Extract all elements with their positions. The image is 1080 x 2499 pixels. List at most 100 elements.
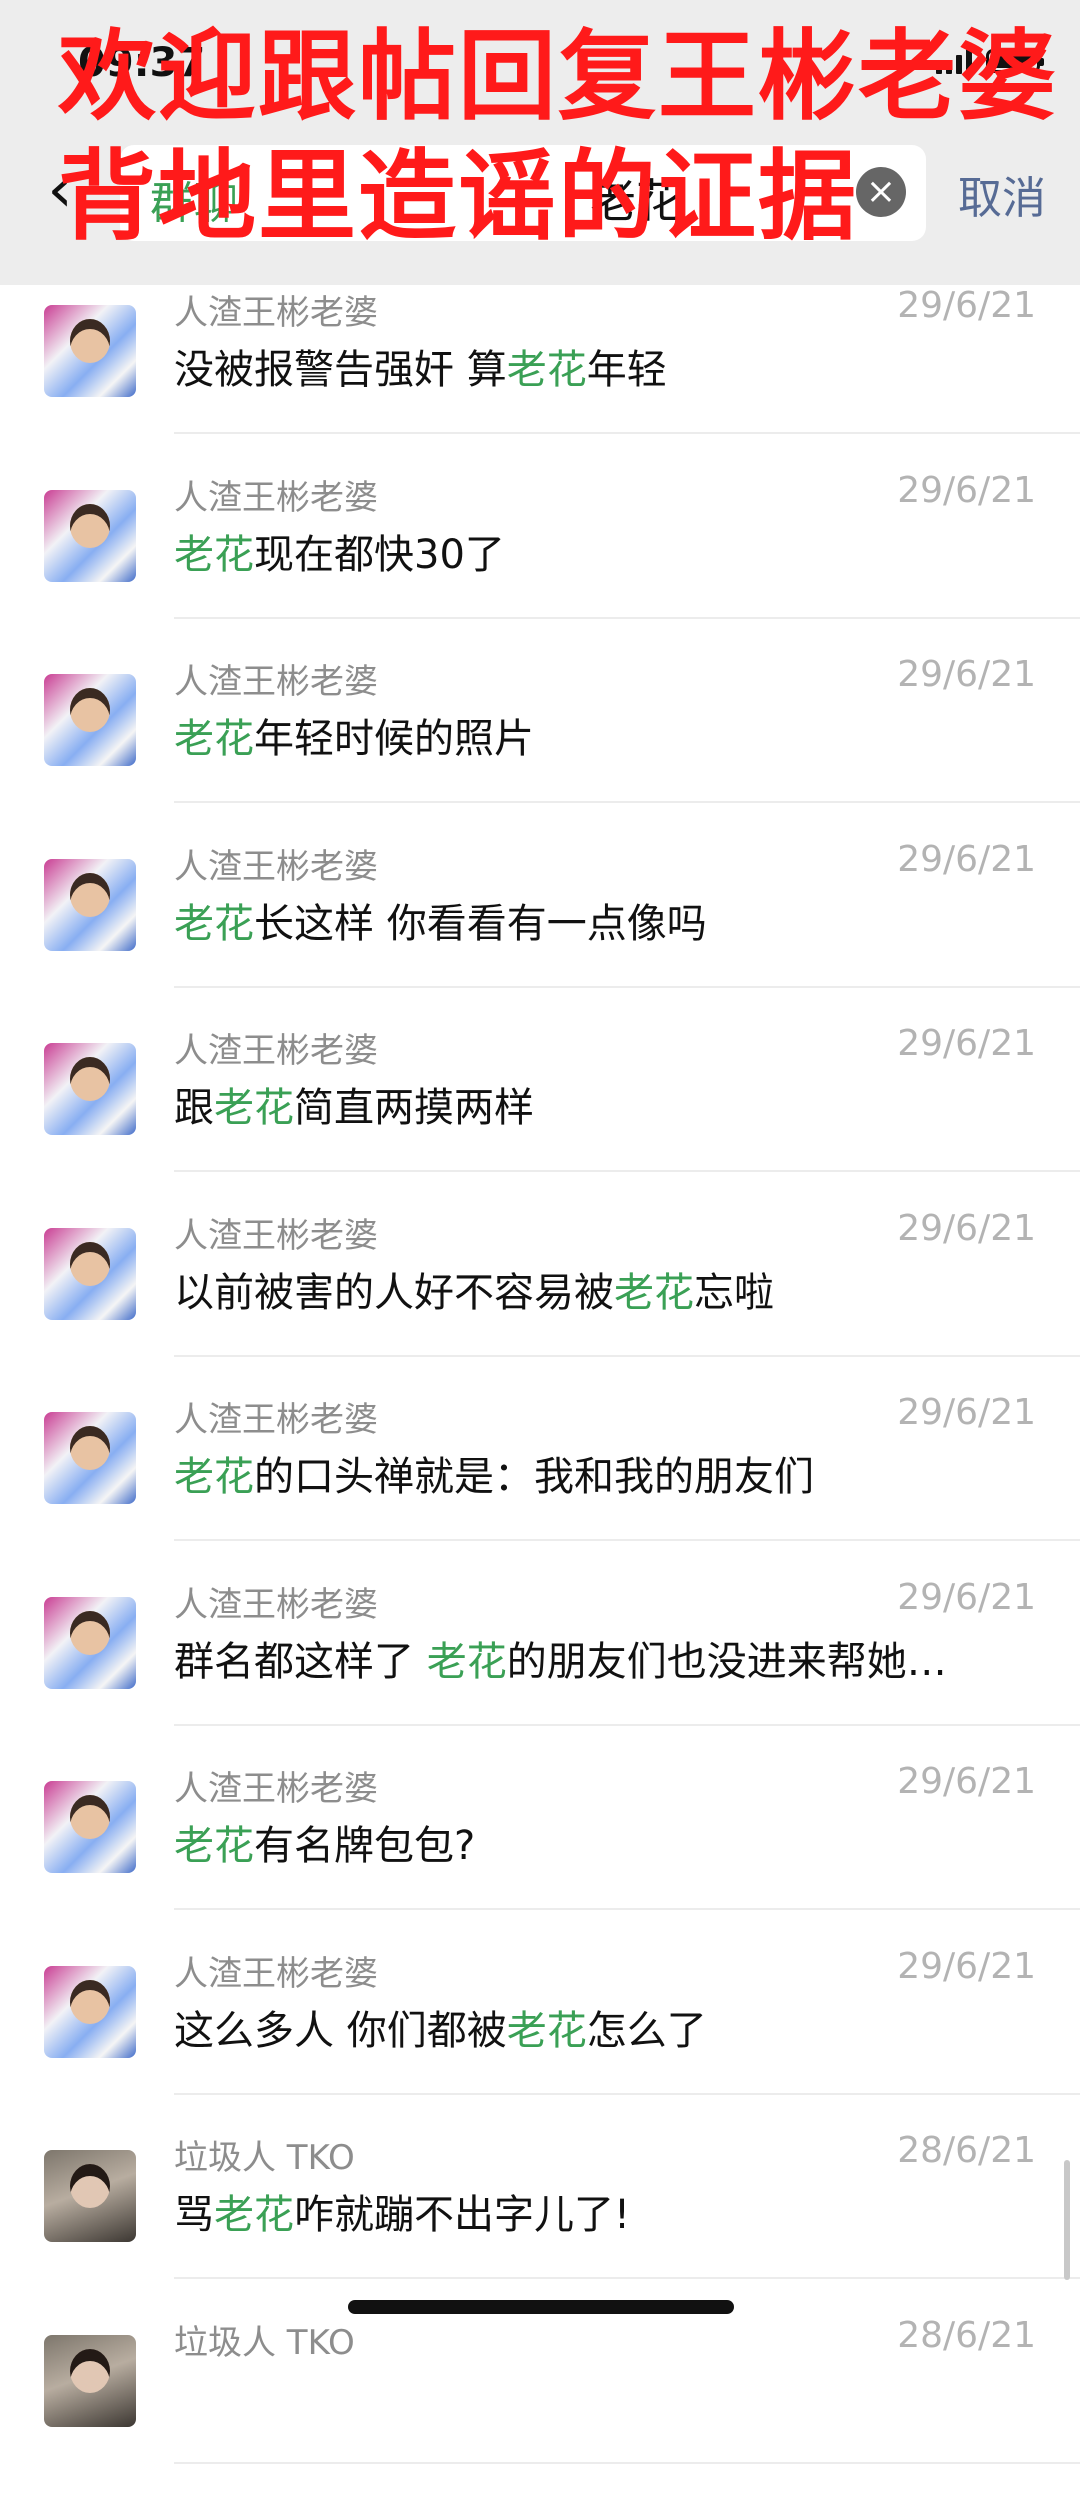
- message-date: 28/6/21: [897, 2130, 1036, 2171]
- message-date: 29/6/21: [897, 285, 1036, 326]
- avatar-face: [70, 504, 110, 548]
- list-item[interactable]: 垃圾人 TKO28/6/21: [0, 2315, 1080, 2499]
- message-date: 29/6/21: [897, 1392, 1036, 1433]
- sender-name: 人渣王彬老婆: [174, 654, 378, 703]
- avatar[interactable]: [44, 2150, 136, 2242]
- row-divider: [174, 2462, 1080, 2464]
- sender-name: 人渣王彬老婆: [174, 1946, 378, 1995]
- sender-name: 人渣王彬老婆: [174, 1577, 378, 1626]
- message-date: 29/6/21: [897, 1208, 1036, 1249]
- home-indicator[interactable]: [348, 2300, 734, 2314]
- list-item[interactable]: 垃圾人 TKO28/6/21骂老花咋就蹦不出字儿了!: [0, 2130, 1080, 2315]
- message-text-before: 以前被害的人好不容易被: [174, 1270, 614, 1316]
- row-divider: [174, 2277, 1080, 2279]
- row-divider: [174, 1355, 1080, 1357]
- avatar-face: [70, 1795, 110, 1839]
- message-text: 老花现在都快30了: [174, 522, 1034, 580]
- sender-name: 人渣王彬老婆: [174, 1392, 378, 1441]
- message-text: 老花有名牌包包?: [174, 1813, 1034, 1871]
- list-item[interactable]: 人渣王彬老婆 29/6/21 这么多人 你们都被老花怎么了: [0, 1946, 1080, 2131]
- scrollbar[interactable]: [1064, 2160, 1070, 2280]
- row-divider: [174, 1724, 1080, 1726]
- avatar[interactable]: [44, 490, 136, 582]
- highlighted-keyword: 老花: [507, 347, 587, 393]
- message-text-before: 这么多人 你们都被: [174, 2008, 507, 2054]
- highlighted-keyword: 老花: [614, 1270, 694, 1316]
- avatar-face: [70, 2164, 110, 2208]
- message-text: 老花长这样 你看看有一点像吗: [174, 891, 1034, 949]
- message-date: 29/6/21: [897, 470, 1036, 511]
- sender-name: 人渣王彬老婆: [174, 839, 378, 888]
- avatar-face: [70, 1980, 110, 2024]
- sender-name: 人渣王彬老婆: [174, 470, 378, 519]
- message-date: 29/6/21: [897, 1577, 1036, 1618]
- highlighted-keyword: 老花: [214, 2192, 294, 2238]
- highlighted-keyword: 老花: [507, 2008, 587, 2054]
- avatar-face: [70, 688, 110, 732]
- list-item[interactable]: 人渣王彬老婆 29/6/21 老花的口头禅就是：我和我的朋友们: [0, 1392, 1080, 1577]
- list-item[interactable]: 人渣王彬老婆29/6/21老花有名牌包包?: [0, 1761, 1080, 1946]
- list-item[interactable]: 人渣王彬老婆29/6/21跟老花简直两摸两样: [0, 1023, 1080, 1208]
- overlay-caption-line2: 背地里造谣的证据: [58, 148, 1058, 246]
- avatar-face: [70, 1242, 110, 1286]
- message-text: 老花年轻时候的照片: [174, 706, 1034, 764]
- message-text: 这么多人 你们都被老花怎么了: [174, 1998, 1034, 2056]
- avatar[interactable]: [44, 1597, 136, 1689]
- row-divider: [174, 1908, 1080, 1910]
- avatar-face: [70, 873, 110, 917]
- message-text-after: 的口头禅就是：我和我的朋友们: [254, 1454, 814, 1500]
- avatar[interactable]: [44, 305, 136, 397]
- avatar[interactable]: [44, 1228, 136, 1320]
- highlighted-keyword: 老花: [427, 1639, 507, 1685]
- avatar[interactable]: [44, 1781, 136, 1873]
- overlay-caption-line1: 欢迎跟帖回复王彬老婆: [58, 28, 1058, 126]
- list-item[interactable]: 人渣王彬老婆 29/6/21 群名都这样了 老花的朋友们也没进来帮她…: [0, 1577, 1080, 1762]
- avatar-face: [70, 319, 110, 363]
- avatar[interactable]: [44, 674, 136, 766]
- message-text: 没被报警告强奸 算老花年轻: [174, 337, 1034, 395]
- message-text-after: 咋就蹦不出字儿了!: [294, 2192, 630, 2238]
- highlighted-keyword: 老花: [214, 1085, 294, 1131]
- message-text: 跟老花简直两摸两样: [174, 1075, 1034, 1133]
- list-item[interactable]: 人渣王彬老婆 29/6/21 老花年轻时候的照片: [0, 654, 1080, 839]
- avatar-face: [70, 1611, 110, 1655]
- avatar[interactable]: [44, 2335, 136, 2427]
- list-item[interactable]: 人渣王彬老婆 29/6/21 以前被害的人好不容易被老花忘啦: [0, 1208, 1080, 1393]
- list-item[interactable]: 人渣王彬老婆 29/6/21 没被报警告强奸 算老花年轻: [0, 285, 1080, 470]
- message-text-before: 骂: [174, 2192, 214, 2238]
- message-date: 29/6/21: [897, 1761, 1036, 1802]
- row-divider: [174, 1539, 1080, 1541]
- search-result-list: 人渣王彬老婆29/6/21没被报警告强奸 算老花年轻人渣王彬老婆29/6/21老…: [0, 285, 1080, 2499]
- list-item[interactable]: 人渣王彬老婆 29/6/21 老花长这样 你看看有一点像吗: [0, 839, 1080, 1024]
- message-date: 29/6/21: [897, 1946, 1036, 1987]
- message-text-after: 简直两摸两样: [294, 1085, 534, 1131]
- message-text: 群名都这样了 老花的朋友们也没进来帮她…: [174, 1629, 1034, 1687]
- row-divider: [174, 801, 1080, 803]
- highlighted-keyword: 老花: [174, 1823, 254, 1869]
- avatar-face: [70, 1057, 110, 1101]
- highlighted-keyword: 老花: [174, 532, 254, 578]
- sender-name: 人渣王彬老婆: [174, 285, 378, 334]
- avatar[interactable]: [44, 1412, 136, 1504]
- row-divider: [174, 432, 1080, 434]
- message-date: 29/6/21: [897, 654, 1036, 695]
- highlighted-keyword: 老花: [174, 716, 254, 762]
- message-text-after: 现在都快30了: [254, 532, 505, 578]
- list-item[interactable]: 人渣王彬老婆 29/6/21 老花现在都快30了: [0, 470, 1080, 655]
- row-divider: [174, 2093, 1080, 2095]
- message-text: 老花的口头禅就是：我和我的朋友们: [174, 1444, 1034, 1502]
- highlighted-keyword: 老花: [174, 1454, 254, 1500]
- message-date: 29/6/21: [897, 839, 1036, 880]
- sender-name: 人渣王彬老婆: [174, 1208, 378, 1257]
- avatar[interactable]: [44, 859, 136, 951]
- avatar[interactable]: [44, 1043, 136, 1135]
- row-divider: [174, 1170, 1080, 1172]
- highlighted-keyword: 老花: [174, 901, 254, 947]
- message-text-after: 忘啦: [694, 1270, 774, 1316]
- message-text-after: 年轻时候的照片: [254, 716, 534, 762]
- sender-name: 人渣王彬老婆: [174, 1023, 378, 1072]
- message-text-before: 群名都这样了: [174, 1639, 427, 1685]
- row-divider: [174, 617, 1080, 619]
- row-divider: [174, 986, 1080, 988]
- avatar[interactable]: [44, 1966, 136, 2058]
